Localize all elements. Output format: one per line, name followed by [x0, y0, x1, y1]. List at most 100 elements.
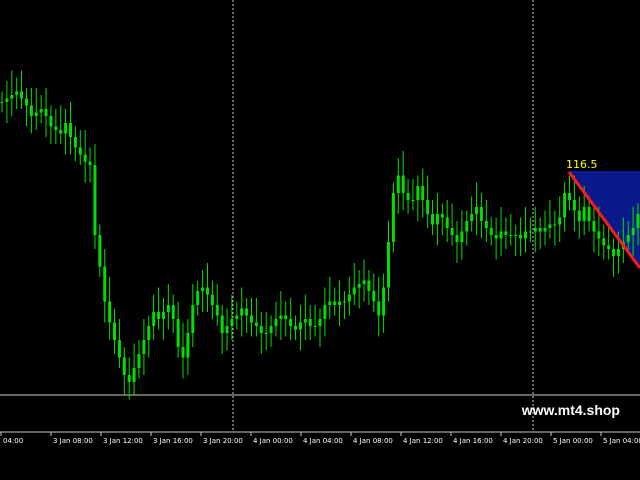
candle-body: [245, 308, 249, 316]
candle-body: [563, 193, 567, 218]
candle-body: [137, 354, 141, 368]
candle-series: [0, 70, 640, 400]
candle-body: [396, 175, 400, 193]
candle-body: [113, 322, 117, 340]
candle-body: [445, 217, 449, 228]
candle-body: [235, 315, 239, 319]
time-axis-label: 4 Jan 04:00: [303, 437, 343, 445]
candle-body: [470, 214, 474, 221]
candle-body: [607, 245, 611, 249]
candle-body: [298, 322, 302, 330]
candle-body: [411, 200, 415, 201]
candle-body: [543, 228, 547, 232]
candle-body: [342, 301, 346, 303]
candle-body: [49, 116, 53, 127]
time-axis-label: 4 Jan 12:00: [403, 437, 443, 445]
candle-body: [323, 305, 327, 319]
candle-body: [538, 228, 542, 232]
candle-body: [372, 291, 376, 302]
time-axis-label: 4 Jan 08:00: [353, 437, 393, 445]
candle-body: [421, 186, 425, 200]
candle-body: [0, 102, 4, 103]
candle-body: [269, 326, 273, 333]
candle-body: [553, 224, 557, 226]
candle-body: [64, 123, 68, 134]
time-axis-label: 3 Jan 12:00: [103, 437, 143, 445]
candle-body: [205, 287, 209, 295]
candle-body: [548, 224, 552, 228]
candle-body: [103, 266, 107, 302]
candle-body: [475, 207, 479, 214]
time-axis-label: 04:00: [3, 437, 23, 445]
candle-body: [88, 161, 92, 165]
candle-body: [514, 235, 518, 236]
candle-body: [274, 319, 278, 326]
candle-body: [631, 228, 635, 235]
candle-body: [602, 238, 606, 246]
candle-body: [171, 305, 175, 319]
trendline-price-label: 116.5: [566, 158, 598, 171]
time-axis-label: 4 Jan 20:00: [503, 437, 543, 445]
candle-body: [254, 322, 258, 326]
candle-body: [181, 347, 185, 358]
candle-body: [10, 95, 14, 99]
candle-body: [367, 280, 371, 291]
candle-body: [127, 375, 131, 382]
time-axis-label: 3 Jan 16:00: [153, 437, 193, 445]
candle-body: [250, 315, 254, 323]
candle-body: [460, 231, 464, 242]
candle-body: [572, 200, 576, 211]
candle-body: [499, 231, 503, 239]
candle-body: [157, 312, 161, 319]
candle-body: [152, 312, 156, 326]
candle-body: [225, 326, 229, 333]
candle-body: [132, 368, 136, 382]
candle-body: [220, 315, 224, 333]
candle-body: [612, 249, 616, 256]
candle-body: [54, 126, 58, 130]
candle-body: [479, 207, 483, 221]
candle-body: [15, 91, 19, 95]
candle-body: [196, 291, 200, 305]
candle-body: [328, 301, 332, 305]
candle-body: [426, 200, 430, 214]
candle-body: [347, 294, 351, 302]
candle-body: [401, 175, 405, 193]
candle-body: [186, 333, 190, 358]
candle-body: [264, 333, 268, 334]
candle-body: [636, 214, 640, 228]
candle-body: [142, 340, 146, 354]
candle-body: [587, 207, 591, 221]
candle-body: [484, 221, 488, 228]
candle-body: [98, 235, 102, 267]
candle-body: [59, 130, 63, 134]
candle-body: [122, 357, 126, 375]
candle-body: [29, 105, 33, 116]
time-axis: 04:00 3 Jan 08:00 3 Jan 12:00 3 Jan 16:00 3 …: [0, 432, 640, 445]
candle-body: [215, 305, 219, 316]
candle-body: [465, 221, 469, 232]
candle-body: [362, 280, 366, 284]
candle-body: [5, 98, 9, 102]
candle-body: [166, 305, 170, 312]
price-chart-area[interactable]: 116.5 04:00 3 Jan 08:00 3 Jan 12:00 3 Jan 1…: [0, 0, 640, 480]
candle-body: [377, 301, 381, 316]
candle-body: [338, 301, 342, 305]
candle-body: [528, 231, 532, 233]
candle-body: [386, 242, 390, 288]
candle-body: [357, 284, 361, 288]
candle-body: [117, 340, 121, 358]
bottom-strip: [0, 452, 640, 480]
candle-body: [161, 312, 165, 319]
candle-body: [440, 214, 444, 218]
candle-body: [78, 147, 82, 155]
candle-body: [568, 193, 572, 200]
candle-body: [582, 207, 586, 221]
candle-body: [24, 98, 28, 106]
candle-body: [626, 235, 630, 242]
candle-body: [504, 231, 508, 235]
price-chart[interactable]: 116.5 04:00 3 Jan 08:00 3 Jan 12:00 3 Jan 1…: [0, 0, 640, 452]
candle-body: [450, 228, 454, 235]
candle-body: [20, 91, 24, 99]
candle-body: [494, 235, 498, 239]
